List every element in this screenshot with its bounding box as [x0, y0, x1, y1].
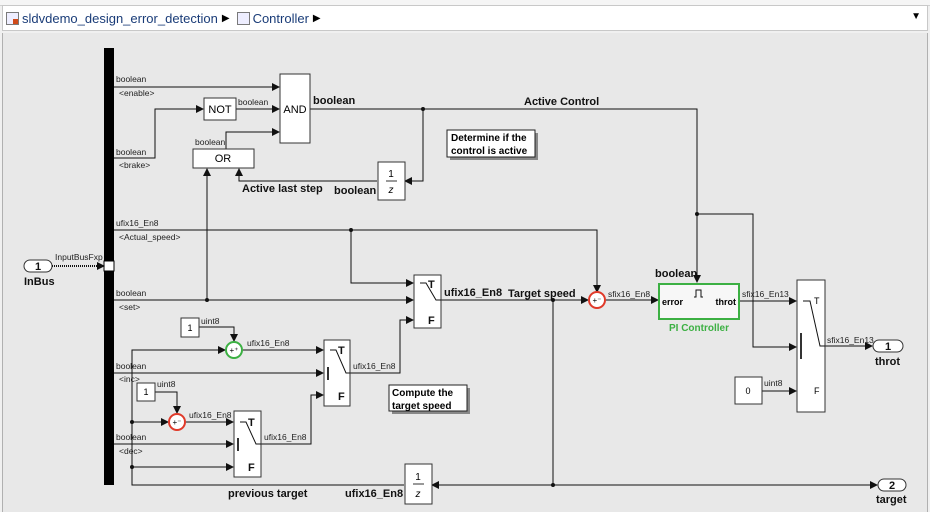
block-name: PI Controller [669, 323, 729, 334]
switch-throttle[interactable]: T F [796, 279, 826, 413]
switch-false-label: F [428, 315, 435, 327]
signal-label: Target speed [508, 288, 576, 300]
port-name: throt [875, 356, 900, 368]
constant-value: 1 [143, 387, 148, 397]
switch-target-speed[interactable]: T F [413, 274, 442, 329]
sum-subtract-block[interactable]: +⁻ [168, 413, 186, 431]
switch-false-label: F [338, 391, 345, 403]
constant-inc[interactable]: 1 [180, 317, 200, 338]
signal-name: <dec> [119, 446, 143, 456]
annotation-line: Compute the [392, 388, 454, 399]
signal-label: ufix16_En8 [264, 432, 307, 442]
annotation-line: Determine if the [451, 133, 527, 144]
signal-label: ufix16_En8 [353, 361, 396, 371]
plus-plus-icon: +⁺ [230, 346, 239, 355]
constant-value: 1 [187, 323, 192, 333]
block-label: OR [215, 153, 232, 165]
port-number: 1 [35, 261, 41, 273]
signal-label: ufix16_En8 [444, 287, 502, 299]
port-number: 2 [889, 480, 895, 492]
or-block[interactable]: OR [192, 148, 255, 169]
delay-denominator: z [388, 185, 394, 196]
signal-label: uint8 [764, 378, 783, 388]
signal-label: ufix16_En8 [247, 338, 290, 348]
switch-true-label: T [814, 296, 820, 306]
signal-label: boolean [334, 185, 376, 197]
pi-controller-block[interactable]: error throt PI Controller [658, 283, 740, 334]
signal-type: boolean [116, 288, 147, 298]
signal-type: ufix16_En8 [116, 218, 159, 228]
switch-inc[interactable]: T F [323, 339, 351, 407]
signal-label: boolean [238, 97, 269, 107]
signal-label: sfix16_En13 [827, 335, 874, 345]
signal-label: InputBusFxp [55, 252, 103, 262]
switch-true-label: T [338, 345, 345, 357]
signal-label: previous target [228, 488, 308, 500]
annotation-compute-target[interactable]: Compute the target speed [388, 384, 470, 414]
switch-true-label: T [428, 279, 435, 291]
signal-type: boolean [116, 361, 147, 371]
signal-label: uint8 [201, 316, 220, 326]
block-label: NOT [208, 104, 232, 116]
block-diagram: 1 InBus InputBusFxp boolean <enable> boo… [23, 48, 907, 506]
constant-value: 0 [745, 386, 750, 396]
plus-minus-icon: +⁻ [173, 418, 182, 427]
bus-icon [103, 260, 115, 272]
constant-dec[interactable]: 1 [136, 382, 156, 402]
signal-type: boolean [116, 74, 147, 84]
outport-throt[interactable]: 1 throt [872, 339, 904, 368]
inport-inbus[interactable]: 1 InBus [23, 259, 55, 288]
annotation-determine-active[interactable]: Determine if the control is active [446, 129, 538, 160]
sum-error-block[interactable]: +⁻ [588, 291, 606, 309]
outport-target[interactable]: 2 target [876, 478, 907, 506]
port-name: InBus [24, 276, 55, 288]
delay-numerator: 1 [388, 169, 394, 180]
port-label-throt: throt [716, 297, 737, 307]
and-block[interactable]: AND [279, 73, 311, 144]
signal-label: boolean [313, 95, 355, 107]
signal-label: boolean [655, 268, 697, 280]
signal-name: <set> [119, 302, 140, 312]
switch-false-label: F [248, 462, 255, 474]
switch-dec[interactable]: T F [233, 410, 262, 478]
signal-name: <brake> [119, 160, 150, 170]
delay-denominator: z [415, 489, 421, 500]
not-block[interactable]: NOT [203, 97, 237, 121]
signal-label: ufix16_En8 [189, 410, 232, 420]
annotation-line: target speed [392, 401, 451, 412]
signal-label: Active Control [524, 96, 599, 108]
sum-add-block[interactable]: +⁺ [225, 341, 243, 359]
signal-label: boolean [195, 137, 226, 147]
plus-minus-icon: +⁻ [593, 296, 602, 305]
switch-false-label: F [814, 386, 820, 396]
switch-true-label: T [248, 417, 255, 429]
signal-label: sfix16_En8 [608, 289, 650, 299]
signal-name: <Actual_speed> [119, 232, 180, 242]
signal-label: ufix16_En8 [345, 488, 403, 500]
unit-delay-target[interactable]: 1 z [404, 463, 433, 505]
signal-type: boolean [116, 432, 147, 442]
signal-label: Active last step [242, 183, 323, 195]
signal-type: boolean [116, 147, 147, 157]
unit-delay-active[interactable]: 1 z [377, 161, 406, 201]
annotation-line: control is active [451, 146, 528, 157]
port-number: 1 [885, 341, 891, 353]
port-label-error: error [662, 297, 684, 307]
constant-zero[interactable]: 0 [734, 376, 763, 405]
block-label: AND [283, 104, 306, 116]
signal-label: sfix16_En13 [742, 289, 789, 299]
signal-label: uint8 [157, 379, 176, 389]
delay-numerator: 1 [415, 472, 421, 483]
signal-name: <enable> [119, 88, 154, 98]
port-name: target [876, 494, 907, 506]
